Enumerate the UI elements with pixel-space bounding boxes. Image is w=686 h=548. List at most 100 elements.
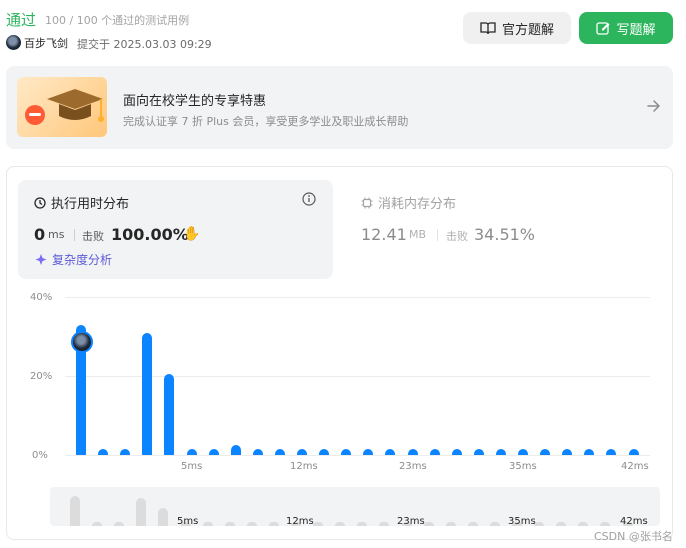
chart-bar[interactable]	[319, 449, 330, 455]
mini-chart-bar	[268, 522, 279, 526]
banner-title: 面向在校学生的专享特惠	[123, 94, 267, 109]
mini-chart-bar	[246, 522, 257, 526]
test-cases-summary: 100 / 100 个通过的测试用例	[45, 14, 190, 27]
runtime-value: 0	[34, 225, 46, 244]
memory-unit: MB	[409, 228, 427, 241]
mini-chart-bar	[313, 522, 324, 526]
chart-bar[interactable]	[164, 374, 175, 455]
chart-bar[interactable]	[584, 449, 595, 455]
memory-title[interactable]: 消耗内存分布	[361, 193, 456, 212]
arrow-right-icon[interactable]	[644, 96, 664, 116]
chip-icon	[361, 197, 373, 208]
complexity-analysis-label: 复杂度分析	[52, 253, 113, 267]
clock-icon	[34, 196, 46, 209]
submission-header: 通过 100 / 100 个通过的测试用例 百步飞剑 提交于 2025.03.0…	[0, 0, 686, 60]
mini-chart-bar	[224, 522, 235, 526]
mini-chart-bar	[379, 522, 390, 526]
applause-icon: ✋	[183, 226, 201, 242]
mini-chart-bar	[92, 522, 103, 526]
info-icon[interactable]	[302, 192, 316, 206]
mini-chart-bar	[467, 522, 478, 526]
y-tick-label: 0%	[32, 450, 48, 461]
grid-line	[65, 455, 650, 456]
chart-bar[interactable]	[518, 449, 528, 455]
my-submission-marker[interactable]	[71, 331, 93, 353]
watermark: CSDN @张书名	[594, 530, 673, 543]
runtime-beats-label: 击败	[82, 230, 104, 243]
chart-bar[interactable]	[186, 449, 197, 455]
chart-bar[interactable]	[451, 449, 462, 455]
chart-bar[interactable]	[473, 449, 484, 455]
mini-chart-bar	[114, 522, 125, 526]
runtime-title: 执行用时分布	[34, 193, 129, 212]
banner-subtitle: 完成认证享 7 折 Plus 会员，享受更多学业及职业成长帮助	[123, 115, 409, 128]
mini-chart-bar	[335, 522, 346, 526]
x-tick-label: 5ms	[181, 461, 203, 472]
chart-bar[interactable]	[341, 449, 352, 455]
chart-bar[interactable]	[297, 449, 307, 455]
chart-bar[interactable]	[562, 449, 573, 455]
chart-bar[interactable]	[540, 449, 551, 455]
x-tick-label: 42ms	[621, 461, 649, 472]
avatar[interactable]	[6, 35, 21, 50]
write-solution-label: 写题解	[616, 22, 656, 38]
mini-x-tick-label: 42ms	[620, 516, 648, 527]
chart-bar[interactable]	[98, 449, 109, 455]
memory-title-label: 消耗内存分布	[378, 197, 457, 212]
chart-bar[interactable]	[230, 445, 241, 455]
chart-bar[interactable]	[120, 449, 131, 455]
divider	[74, 229, 75, 241]
grid-line	[65, 297, 650, 298]
mini-chart-bar	[556, 522, 567, 526]
sparkle-icon	[35, 253, 47, 265]
graduation-cap-illustration	[17, 77, 107, 137]
chart-bar[interactable]	[606, 449, 617, 455]
memory-beats-label: 击败	[446, 230, 468, 243]
y-tick-label: 40%	[30, 292, 53, 303]
grid-line	[65, 376, 650, 377]
runtime-unit: ms	[48, 228, 65, 241]
mini-chart-bar	[202, 522, 213, 526]
status-label: 通过	[6, 11, 37, 29]
author-name[interactable]: 百步飞剑	[24, 35, 68, 51]
mini-chart-bar	[578, 522, 589, 526]
student-promo-banner[interactable]: 面向在校学生的专享特惠 完成认证享 7 折 Plus 会员，享受更多学业及职业成…	[6, 66, 673, 149]
mini-chart-bar	[357, 522, 368, 526]
chart-bar[interactable]	[495, 449, 506, 455]
memory-beats-value: 34.51%	[474, 225, 536, 244]
memory-value: 12.41	[361, 225, 407, 244]
mini-chart-bar	[445, 522, 456, 526]
mini-chart-bar	[70, 496, 80, 526]
official-solution-label: 官方题解	[501, 22, 554, 38]
runtime-title-label: 执行用时分布	[51, 197, 130, 212]
write-solution-button[interactable]: 写题解	[579, 12, 673, 44]
mini-x-tick-label: 12ms	[286, 516, 314, 527]
mini-chart-bar	[423, 522, 434, 526]
submit-time: 提交于 2025.03.03 09:29	[77, 38, 212, 51]
y-tick-label: 20%	[30, 371, 53, 382]
mini-chart-bar	[600, 522, 611, 526]
chart-bar[interactable]	[208, 449, 219, 455]
divider	[437, 229, 438, 241]
book-icon	[480, 22, 496, 35]
x-tick-label: 23ms	[399, 461, 427, 472]
mini-chart-bar	[136, 498, 147, 526]
x-tick-label: 12ms	[290, 461, 318, 472]
chart-bar[interactable]	[628, 449, 639, 455]
chart-bar[interactable]	[252, 449, 263, 455]
mini-x-tick-label: 23ms	[397, 516, 425, 527]
mini-chart-bar	[158, 507, 169, 526]
chart-bar[interactable]	[429, 449, 440, 455]
mini-chart-bar	[489, 522, 500, 526]
official-solution-button[interactable]: 官方题解	[463, 12, 571, 44]
x-tick-label: 35ms	[509, 461, 537, 472]
chart-bar[interactable]	[142, 332, 153, 455]
chart-bar[interactable]	[363, 449, 374, 455]
complexity-analysis-link[interactable]: 复杂度分析	[34, 251, 112, 268]
chart-bar[interactable]	[274, 449, 285, 455]
chart-bar[interactable]	[385, 449, 396, 455]
edit-icon	[596, 22, 610, 35]
mini-x-tick-label: 35ms	[508, 516, 536, 527]
chart-bar[interactable]	[407, 449, 418, 455]
mini-x-tick-label: 5ms	[177, 516, 199, 527]
